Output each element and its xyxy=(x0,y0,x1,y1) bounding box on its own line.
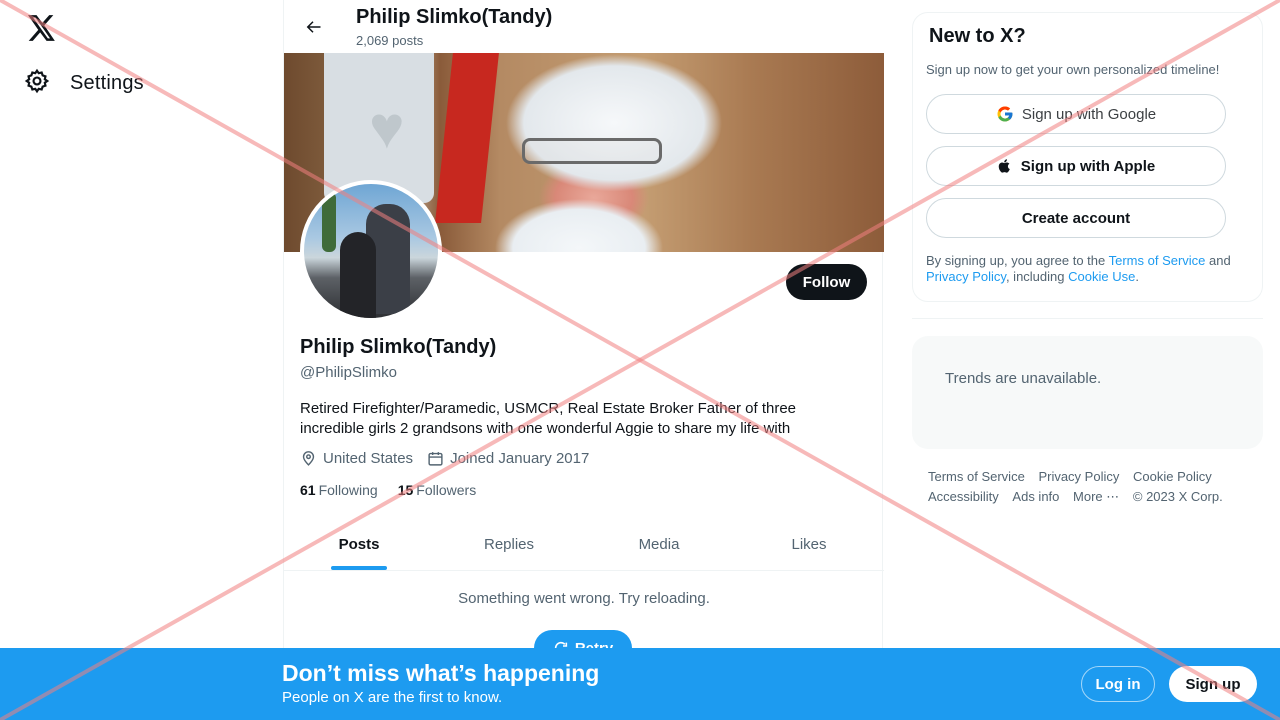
left-nav: Settings xyxy=(0,0,284,720)
avatar-person-shape xyxy=(340,232,376,318)
apple-icon xyxy=(998,159,1010,173)
banner-glasses-shape xyxy=(522,138,662,164)
feed-error-message: Something went wrong. Try reloading. xyxy=(458,590,710,607)
profile-tabs: Posts Replies Media Likes xyxy=(284,518,884,571)
signup-card: New to X? Sign up now to get your own pe… xyxy=(912,12,1263,302)
google-icon xyxy=(997,106,1013,122)
followers-label: Followers xyxy=(416,482,477,498)
profile-name: Philip Slimko(Tandy) xyxy=(300,336,497,358)
create-account-button[interactable]: Create account xyxy=(926,198,1226,238)
login-button[interactable]: Log in xyxy=(1081,666,1155,702)
cookie-use-link[interactable]: Cookie Use xyxy=(1068,269,1135,284)
signup-google-button[interactable]: Sign up with Google xyxy=(926,94,1226,134)
calendar-icon xyxy=(428,452,443,466)
following-link[interactable]: 61 Following xyxy=(300,482,378,498)
nav-settings[interactable]: Settings xyxy=(24,62,160,104)
follow-button[interactable]: Follow xyxy=(786,264,867,300)
arrow-left-icon xyxy=(306,21,321,33)
terms-text: By signing up, you agree to the xyxy=(926,253,1109,268)
avatar[interactable] xyxy=(300,180,442,322)
bottom-bar-headline: Don’t miss what’s happening xyxy=(282,660,600,686)
privacy-policy-link[interactable]: Privacy Policy xyxy=(926,269,1006,284)
profile-stats: 61 Following 15 Followers xyxy=(300,482,476,498)
profile-header: Philip Slimko(Tandy) 2,069 posts xyxy=(284,0,884,53)
tab-likes[interactable]: Likes xyxy=(734,518,884,570)
nav-settings-label: Settings xyxy=(70,71,144,94)
sidebar-divider xyxy=(912,318,1263,319)
profile-location: United States xyxy=(300,450,413,467)
footer-links: Terms of Service Privacy Policy Cookie P… xyxy=(928,467,1258,507)
tab-posts[interactable]: Posts xyxy=(284,518,434,570)
back-button[interactable] xyxy=(296,10,330,44)
location-pin-icon xyxy=(302,451,315,466)
joined-text: Joined January 2017 xyxy=(450,450,590,467)
footer-link-ads-info[interactable]: Ads info xyxy=(1012,487,1059,507)
page-title: Philip Slimko(Tandy) xyxy=(356,6,553,28)
footer-link-terms[interactable]: Terms of Service xyxy=(928,467,1025,487)
location-text: United States xyxy=(323,450,414,467)
signup-apple-label: Sign up with Apple xyxy=(1020,157,1156,175)
following-count: 61 xyxy=(300,482,316,498)
signup-google-label: Sign up with Google xyxy=(1021,105,1157,123)
footer-copyright: © 2023 X Corp. xyxy=(1132,489,1223,504)
footer-link-accessibility[interactable]: Accessibility xyxy=(928,487,999,507)
banner-hat-shape xyxy=(435,53,499,223)
profile-handle: @PhilipSlimko xyxy=(300,364,397,381)
tab-media[interactable]: Media xyxy=(584,518,734,570)
terms-text: and xyxy=(1205,253,1231,268)
signup-card-title: New to X? xyxy=(929,25,1026,47)
signup-card-subtitle: Sign up now to get your own personalized… xyxy=(926,62,1220,77)
profile-meta: United States Joined January 2017 xyxy=(300,450,589,467)
signup-apple-button[interactable]: Sign up with Apple xyxy=(926,146,1226,186)
bottom-bar-subline: People on X are the first to know. xyxy=(282,689,503,706)
signup-button[interactable]: Sign up xyxy=(1169,666,1257,702)
profile-joined: Joined January 2017 xyxy=(427,450,589,467)
post-count: 2,069 posts xyxy=(356,33,424,48)
profile-column: Philip Slimko(Tandy) 2,069 posts ♥ Follo… xyxy=(283,0,884,720)
following-label: Following xyxy=(318,482,378,498)
profile-bio: Retired Firefighter/Paramedic, USMCR, Re… xyxy=(300,400,797,437)
trends-unavailable-text: Trends are unavailable. xyxy=(945,370,1102,387)
gear-icon xyxy=(24,68,50,99)
followers-link[interactable]: 15 Followers xyxy=(398,482,476,498)
x-logo-icon[interactable] xyxy=(24,10,60,46)
avatar-tree-shape xyxy=(322,192,336,252)
tab-replies[interactable]: Replies xyxy=(434,518,584,570)
footer-link-cookie[interactable]: Cookie Policy xyxy=(1133,467,1212,487)
followers-count: 15 xyxy=(397,482,414,498)
footer-link-more[interactable]: More ⋯ xyxy=(1073,487,1119,507)
terms-of-service-link[interactable]: Terms of Service xyxy=(1109,253,1206,268)
terms-text: , including xyxy=(1005,269,1069,284)
footer-link-privacy[interactable]: Privacy Policy xyxy=(1038,467,1119,487)
banner-heart-shape: ♥ xyxy=(369,94,405,161)
signup-terms: By signing up, you agree to the Terms of… xyxy=(926,253,1246,285)
trends-panel: Trends are unavailable. xyxy=(912,336,1263,449)
bottom-signup-bar: Don’t miss what’s happening People on X … xyxy=(0,648,1280,720)
terms-text: . xyxy=(1135,269,1139,284)
